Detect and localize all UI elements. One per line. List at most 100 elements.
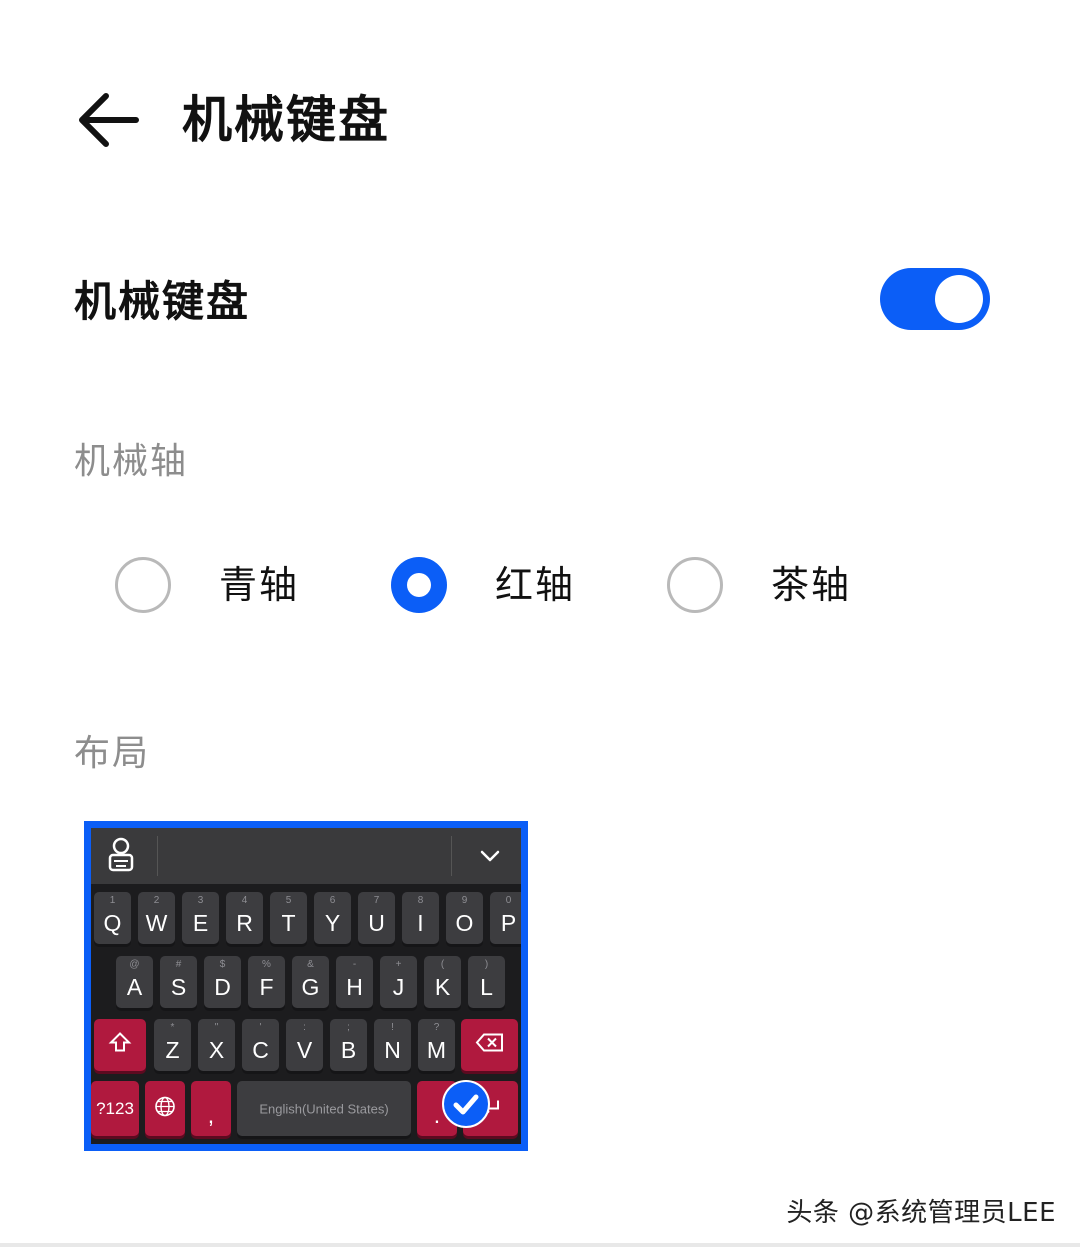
key-secondary-label: * bbox=[170, 1022, 175, 1033]
key-secondary-label: 7 bbox=[373, 895, 380, 906]
key-label: Z bbox=[165, 1037, 180, 1063]
key-label: G bbox=[301, 974, 320, 1000]
radio-label-brown: 茶轴 bbox=[771, 563, 852, 607]
key-label: C bbox=[252, 1037, 269, 1063]
key-b: ; B bbox=[330, 1019, 367, 1071]
key-secondary-label: @ bbox=[129, 959, 140, 970]
radio-option-red[interactable]: 红轴 bbox=[391, 553, 591, 623]
key-label bbox=[145, 1095, 185, 1122]
key-label: English(United States) bbox=[259, 1101, 389, 1116]
backspace-icon bbox=[475, 1033, 503, 1052]
key-h: -H bbox=[336, 956, 373, 1008]
keyboard-toolbar bbox=[91, 828, 521, 884]
app-bar: 机械键盘 bbox=[0, 60, 1080, 180]
key-label: , bbox=[207, 1102, 215, 1128]
key-secondary-label: 8 bbox=[417, 895, 424, 906]
key-backspace bbox=[461, 1019, 518, 1071]
key-v: :V bbox=[286, 1019, 323, 1071]
mechanical-keyboard-row[interactable]: 机械键盘 bbox=[0, 262, 1080, 342]
switch-knob bbox=[935, 275, 983, 323]
key-j: + J bbox=[380, 956, 417, 1008]
key-language bbox=[145, 1081, 185, 1136]
key-label: E bbox=[192, 910, 209, 936]
shift-icon bbox=[108, 1032, 132, 1052]
watermark-text: 头条 @系统管理员LEE bbox=[786, 1198, 1056, 1228]
selected-checkmark-badge bbox=[442, 1080, 490, 1128]
key-e: 3E bbox=[182, 892, 219, 944]
globe-icon bbox=[155, 1096, 175, 1116]
key-secondary-label: 5 bbox=[285, 895, 292, 906]
key-label: U bbox=[368, 910, 385, 936]
key-r: 4R bbox=[226, 892, 263, 944]
toolbar-divider bbox=[451, 836, 452, 876]
key-secondary-label: # bbox=[175, 959, 182, 970]
key-label: O bbox=[455, 910, 474, 936]
key-secondary-label: ; bbox=[347, 1022, 350, 1033]
key-label: D bbox=[214, 974, 231, 1000]
switch-type-radio-group: 青轴 红轴 茶轴 bbox=[0, 553, 1080, 623]
key-t: 5T bbox=[270, 892, 307, 944]
key-x: " X bbox=[198, 1019, 235, 1071]
key-label: H bbox=[346, 974, 363, 1000]
radio-button[interactable] bbox=[115, 557, 171, 613]
key-secondary-label: % bbox=[262, 959, 271, 970]
mechanical-keyboard-label: 机械键盘 bbox=[74, 277, 251, 326]
keyboard-settings-icon bbox=[108, 837, 134, 872]
key-k: (K bbox=[424, 956, 461, 1008]
key-secondary-label: 9 bbox=[461, 895, 468, 906]
key-label: I bbox=[417, 910, 424, 936]
key-secondary-label: " bbox=[214, 1022, 219, 1033]
key-o: 9O bbox=[446, 892, 483, 944]
key-z: * Z bbox=[154, 1019, 191, 1071]
radio-option-blue[interactable]: 青轴 bbox=[115, 553, 315, 623]
key-secondary-label: $ bbox=[219, 959, 226, 970]
radio-button-selected[interactable] bbox=[391, 557, 447, 613]
radio-option-brown[interactable]: 茶轴 bbox=[667, 553, 867, 623]
key-secondary-label: + bbox=[395, 959, 402, 970]
key-label: Y bbox=[324, 910, 341, 936]
chevron-down-icon bbox=[480, 850, 500, 862]
key-secondary-label: 2 bbox=[153, 895, 160, 906]
key-f: % F bbox=[248, 956, 285, 1008]
toolbar-divider bbox=[157, 836, 158, 876]
key-u: 7U bbox=[358, 892, 395, 944]
key-y: 6Y bbox=[314, 892, 351, 944]
bottom-divider bbox=[0, 1243, 1080, 1247]
key-space: English(United States) bbox=[237, 1081, 411, 1136]
back-button[interactable] bbox=[72, 90, 142, 150]
key-p: 0P bbox=[490, 892, 521, 944]
radio-label-blue: 青轴 bbox=[219, 563, 300, 607]
key-label: R bbox=[236, 910, 253, 936]
key-shift bbox=[94, 1019, 146, 1071]
key-g: & G bbox=[292, 956, 329, 1008]
key-label: P bbox=[500, 910, 517, 936]
key-label: X bbox=[208, 1037, 225, 1063]
key-w: 2W bbox=[138, 892, 175, 944]
arrow-left-icon bbox=[79, 93, 139, 147]
key-a: @ A bbox=[116, 956, 153, 1008]
key-label: J bbox=[392, 974, 405, 1000]
key-i: 8I bbox=[402, 892, 439, 944]
mechanical-keyboard-switch[interactable] bbox=[880, 268, 990, 330]
key-secondary-label: ' bbox=[259, 1022, 262, 1033]
key-label: ?123 bbox=[96, 1098, 134, 1118]
radio-label-red: 红轴 bbox=[495, 563, 576, 607]
page-title: 机械键盘 bbox=[182, 91, 390, 149]
key-label bbox=[94, 1031, 146, 1060]
key-q: 1Q bbox=[94, 892, 131, 944]
key-label: A bbox=[126, 974, 143, 1000]
key-secondary-label: 1 bbox=[109, 895, 116, 906]
key-secondary-label: ) bbox=[484, 959, 489, 970]
key-s: # S bbox=[160, 956, 197, 1008]
key-m: ? M bbox=[418, 1019, 455, 1071]
layout-section-title: 布局 bbox=[74, 733, 151, 774]
key-label: L bbox=[480, 974, 493, 1000]
key-secondary-label: ( bbox=[440, 959, 445, 970]
key-label: T bbox=[281, 910, 296, 936]
key-label: V bbox=[296, 1037, 313, 1063]
key-label: K bbox=[434, 974, 451, 1000]
switch-type-section-title: 机械轴 bbox=[74, 441, 189, 482]
radio-button[interactable] bbox=[667, 557, 723, 613]
key-l: ) L bbox=[468, 956, 505, 1008]
key-secondary-label: 0 bbox=[505, 895, 512, 906]
